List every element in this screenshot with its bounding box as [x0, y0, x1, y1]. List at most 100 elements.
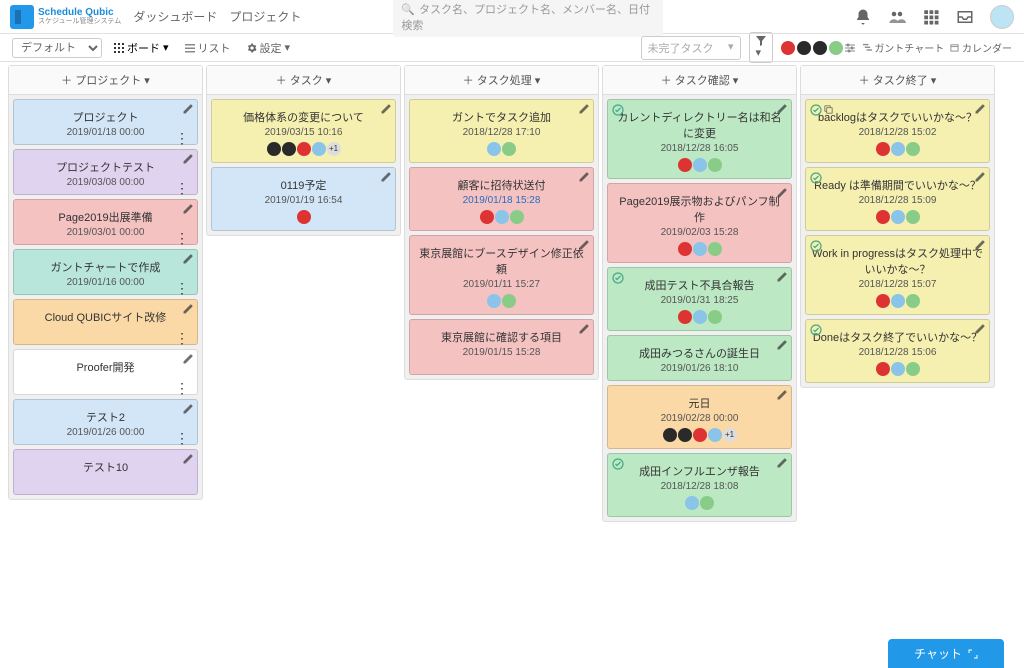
bell-icon[interactable] [854, 8, 872, 26]
card-title: 成田みつるさんの誕生日 [614, 345, 785, 361]
assignee-avatar [678, 310, 692, 324]
task-card[interactable]: 成田みつるさんの誕生日2019/01/26 18:10 [607, 335, 792, 381]
edit-icon[interactable] [182, 153, 194, 165]
task-card[interactable]: 東京展館に確認する項目2019/01/15 15:28 [409, 319, 594, 375]
list-icon [185, 43, 195, 53]
search-input[interactable]: タスク名、プロジェクト名、メンバー名、日付検索 [393, 0, 663, 37]
task-card[interactable]: 成田テスト不具合報告2019/01/31 18:25 [607, 267, 792, 331]
task-card[interactable]: Work in progressはタスク処理中でいいかな～？2018/12/28… [805, 235, 990, 315]
nav-dashboard[interactable]: ダッシュボード [133, 8, 217, 25]
edit-icon[interactable] [182, 203, 194, 215]
edit-icon[interactable] [776, 187, 788, 199]
task-card[interactable]: 成田インフルエンザ報告2018/12/28 18:08 [607, 453, 792, 517]
assignee-avatar [678, 428, 692, 442]
column-header[interactable]: ＋ プロジェクト ▾ [9, 66, 202, 95]
task-card[interactable]: backlogはタスクでいいかな～？2018/12/28 15:02 [805, 99, 990, 163]
view-list[interactable]: リスト [181, 37, 235, 59]
task-card[interactable]: プロジェクトテスト2019/03/08 00:00⋮ [13, 149, 198, 195]
edit-icon[interactable] [974, 171, 986, 183]
board-column: ＋ タスク処理 ▾ ガントでタスク追加2018/12/28 17:10顧客に招待状… [404, 65, 599, 380]
task-card[interactable]: カレントディレクトリー名は和名に変更2018/12/28 16:05 [607, 99, 792, 179]
assignee-filter[interactable] [781, 41, 855, 55]
task-card[interactable]: Cloud QUBICサイト改修 ⋮ [13, 299, 198, 345]
task-card[interactable]: 0119予定2019/01/19 16:54 [211, 167, 396, 231]
card-title: 成田テスト不具合報告 [614, 277, 785, 293]
user-avatar[interactable] [990, 5, 1014, 29]
card-menu-icon[interactable]: ⋮ [175, 136, 189, 140]
edit-icon[interactable] [776, 457, 788, 469]
assignee-avatar [876, 210, 890, 224]
column-header[interactable]: ＋ タスク終了 ▾ [801, 66, 994, 95]
assignee-avatar [708, 428, 722, 442]
task-card[interactable]: Ready は準備期間でいいかな～？2018/12/28 15:09 [805, 167, 990, 231]
kanban-board[interactable]: ＋ プロジェクト ▾ プロジェクト2019/01/18 00:00⋮プロジェクトテ… [0, 62, 1024, 668]
card-menu-icon[interactable]: ⋮ [175, 186, 189, 190]
edit-icon[interactable] [380, 103, 392, 115]
card-menu-icon[interactable]: ⋮ [175, 386, 189, 390]
top-icons [854, 5, 1014, 29]
task-card[interactable]: ガントでタスク追加2018/12/28 17:10 [409, 99, 594, 163]
edit-icon[interactable] [776, 339, 788, 351]
edit-icon[interactable] [380, 171, 392, 183]
calendar-link[interactable]: カレンダー [950, 40, 1012, 55]
edit-icon[interactable] [182, 103, 194, 115]
edit-icon[interactable] [974, 239, 986, 251]
card-menu-icon[interactable]: ⋮ [175, 236, 189, 240]
task-card[interactable]: Page2019出展準備2019/03/01 00:00⋮ [13, 199, 198, 245]
card-menu-icon[interactable]: ⋮ [175, 286, 189, 290]
app-logo[interactable]: Schedule Qubic スケジュール管理システム [10, 5, 121, 29]
column-header[interactable]: ＋ タスク確認 ▾ [603, 66, 796, 95]
card-title: 東京展館に確認する項目 [416, 329, 587, 345]
card-date: 2018/12/28 18:08 [614, 481, 785, 492]
edit-icon[interactable] [578, 239, 590, 251]
topbar: Schedule Qubic スケジュール管理システム ダッシュボード プロジェ… [0, 0, 1024, 34]
gantt-link[interactable]: ガントチャート [863, 40, 945, 55]
task-card[interactable]: Doneはタスク終了でいいかな～？2018/12/28 15:06 [805, 319, 990, 383]
card-title: Ready は準備期間でいいかな～？ [812, 177, 983, 193]
task-card[interactable]: 顧客に招待状送付2019/01/18 15:28 [409, 167, 594, 231]
nav-projects[interactable]: プロジェクト [229, 8, 301, 25]
column-header[interactable]: ＋ タスク ▾ [207, 66, 400, 95]
view-select[interactable]: デフォルト [12, 38, 102, 58]
edit-icon[interactable] [578, 171, 590, 183]
edit-icon[interactable] [182, 253, 194, 265]
edit-icon[interactable] [182, 453, 194, 465]
task-card[interactable]: Page2019展示物およびパンフ制作2019/02/03 15:28 [607, 183, 792, 263]
card-menu-icon[interactable]: ⋮ [175, 436, 189, 440]
task-card[interactable]: テスト22019/01/26 00:00⋮ [13, 399, 198, 445]
edit-icon[interactable] [974, 323, 986, 335]
edit-icon[interactable] [974, 103, 986, 115]
edit-icon[interactable] [776, 389, 788, 401]
filter-button[interactable]: ▾ [749, 32, 773, 63]
edit-icon[interactable] [182, 353, 194, 365]
task-card[interactable]: テスト10 [13, 449, 198, 495]
view-settings[interactable]: 設定▾ [243, 37, 295, 59]
card-title: Cloud QUBICサイト改修 [20, 309, 191, 325]
task-card[interactable]: ガントチャートで作成2019/01/16 00:00⋮ [13, 249, 198, 295]
assignee-avatar [906, 294, 920, 308]
task-card[interactable]: プロジェクト2019/01/18 00:00⋮ [13, 99, 198, 145]
edit-icon[interactable] [776, 103, 788, 115]
edit-icon[interactable] [182, 403, 194, 415]
task-card[interactable]: 東京展館にブースデザイン修正依頼2019/01/11 15:27 [409, 235, 594, 315]
task-card[interactable]: 価格体系の変更について2019/03/15 10:16+1 [211, 99, 396, 163]
card-avatars [218, 210, 389, 224]
assignee-avatar [282, 142, 296, 156]
edit-icon[interactable] [578, 323, 590, 335]
filter-incomplete[interactable]: 未完了タスク ▾ [641, 36, 741, 60]
people-icon[interactable] [888, 8, 906, 26]
card-date: 2019/01/19 16:54 [218, 195, 389, 206]
task-card[interactable]: 元日2019/02/28 00:00+1 [607, 385, 792, 449]
edit-icon[interactable] [182, 303, 194, 315]
edit-icon[interactable] [776, 271, 788, 283]
view-board[interactable]: ボード▾ [110, 37, 173, 59]
task-card[interactable]: Proofer開発⋮ [13, 349, 198, 395]
chat-button[interactable]: チャット [888, 639, 1004, 668]
card-menu-icon[interactable]: ⋮ [175, 336, 189, 340]
grid-icon[interactable] [922, 8, 940, 26]
edit-icon[interactable] [578, 103, 590, 115]
inbox-icon[interactable] [956, 8, 974, 26]
column-header[interactable]: ＋ タスク処理 ▾ [405, 66, 598, 95]
card-date: 2018/12/28 16:05 [614, 143, 785, 154]
card-avatars [614, 242, 785, 256]
